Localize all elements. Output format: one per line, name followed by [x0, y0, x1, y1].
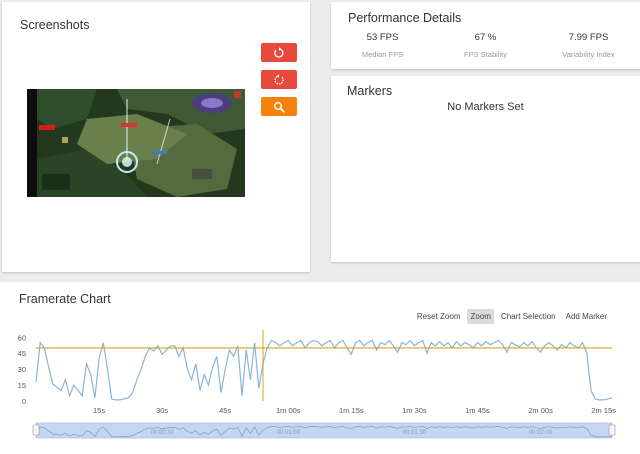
performance-details-card: Performance Details 53 FPS Median FPS 67…: [331, 2, 640, 69]
y-tick-label: 0: [22, 397, 26, 406]
stat-label: Variability Index: [562, 50, 615, 59]
x-tick-label: 1m 45s: [465, 406, 490, 415]
framerate-chart[interactable]: 0 15 30 45 60 15s 30s 45s 1m 00s 1m 15s 1m 30s 1m 4…: [0, 282, 640, 454]
stat-label: Median FPS: [361, 50, 404, 59]
no-markers-message: No Markers Set: [447, 101, 524, 113]
framerate-chart-card: Framerate Chart Reset Zoom Zoom Chart Se…: [0, 282, 640, 454]
magnifier-icon: [274, 101, 285, 113]
stat-median-fps: 53 FPS Median FPS: [331, 32, 434, 59]
y-tick-label: 30: [18, 365, 26, 374]
game-screenshot-image[interactable]: [27, 89, 245, 197]
zoom-button[interactable]: [261, 97, 297, 116]
rotate-cw-icon: [274, 73, 284, 85]
performance-stats: 53 FPS Median FPS 67 % FPS Stability 7.9…: [331, 32, 640, 59]
screenshots-title: Screenshots: [20, 18, 90, 32]
screenshots-card: Screenshots: [2, 2, 310, 272]
navigator-tick-label: 00:02:00: [529, 430, 553, 436]
stat-variability-index: 7.99 FPS Variability Index: [537, 32, 640, 59]
x-tick-label: 1m 15s: [339, 406, 364, 415]
stat-value: 53 FPS: [366, 32, 399, 43]
stat-value: 7.99 FPS: [568, 32, 609, 43]
navigator-tick-label: 00:01:30: [403, 430, 427, 436]
x-tick-label: 2m 00s: [528, 406, 553, 415]
game-scene-illustration: [27, 89, 245, 197]
rotate-ccw-button[interactable]: [261, 43, 297, 62]
x-tick-label: 1m 30s: [402, 406, 427, 415]
y-tick-label: 15: [18, 381, 26, 390]
navigator-left-handle[interactable]: [32, 424, 40, 436]
rotate-cw-button[interactable]: [261, 70, 297, 89]
x-tick-label: 15s: [93, 406, 105, 415]
x-tick-label: 30s: [156, 406, 168, 415]
stat-value: 67 %: [474, 32, 497, 43]
navigator-tick-label: 00:00:30: [150, 430, 174, 436]
x-tick-label: 2m 15s: [591, 406, 616, 415]
fps-series-line: [35, 339, 613, 401]
markers-title: Markers: [347, 84, 393, 98]
y-tick-label: 60: [18, 333, 26, 342]
stat-fps-stability: 67 % FPS Stability: [434, 32, 537, 59]
markers-card: Markers No Markers Set: [331, 76, 640, 262]
performance-title: Performance Details: [348, 11, 462, 25]
stat-label: FPS Stability: [464, 50, 507, 59]
navigator-range: [35, 422, 613, 439]
rotate-ccw-icon: [274, 46, 284, 58]
x-tick-label: 45s: [219, 406, 231, 415]
x-tick-label: 1m 00s: [276, 406, 301, 415]
navigator-tick-label: 00:01:00: [277, 430, 301, 436]
y-tick-label: 45: [18, 349, 26, 358]
navigator-right-handle[interactable]: [608, 424, 616, 436]
